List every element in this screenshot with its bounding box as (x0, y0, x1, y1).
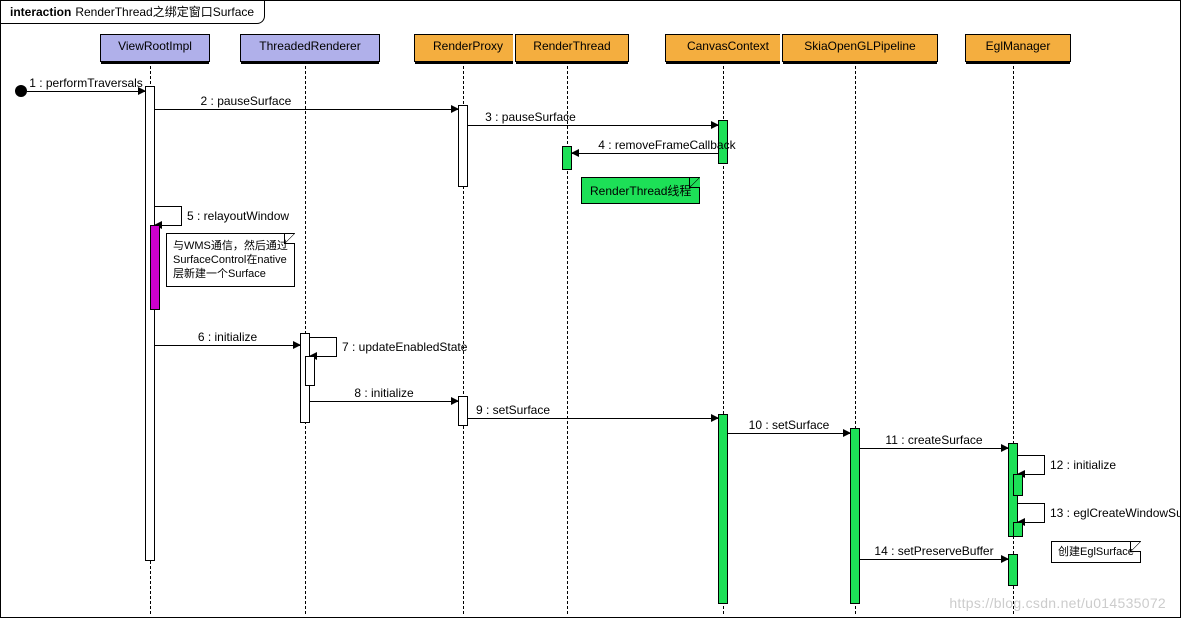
frame-title-text: RenderThread之绑定窗口Surface (75, 5, 254, 19)
msg-setsurface-2: 10 : setSurface (728, 433, 850, 434)
activation-skia (850, 428, 860, 604)
note-wms: 与WMS通信，然后通过SurfaceControl在native层新建一个Sur… (166, 233, 295, 287)
participant-renderthread: RenderThread (515, 34, 629, 62)
msg-eglcreatewindowsurface: 13 : eglCreateWindowSurface (1018, 503, 1045, 523)
lifeline-renderthread (567, 61, 568, 614)
start-node (15, 85, 27, 97)
msg-initialize-1: 6 : initialize (155, 345, 300, 346)
activation-renderproxy-2 (458, 396, 468, 426)
activation-viewrootimpl (145, 86, 155, 561)
note-eglsurface: 创建EglSurface (1051, 541, 1141, 563)
frame-title: interaction RenderThread之绑定窗口Surface (0, 0, 265, 24)
watermark: https://blog.csdn.net/u014535072 (949, 595, 1166, 611)
participant-viewrootimpl: ViewRootImpl (100, 34, 210, 62)
msg-initialize-2: 8 : initialize (310, 401, 458, 402)
activation-eglmanager-create (1013, 522, 1023, 537)
msg-pausesurface-1: 2 : pauseSurface (155, 109, 458, 110)
activation-canvascontext-2 (718, 414, 728, 604)
sequence-diagram: interaction RenderThread之绑定窗口Surface View… (0, 0, 1181, 618)
msg-pausesurface-2: 3 : pauseSurface (468, 125, 718, 126)
msg-relayoutwindow: 5 : relayoutWindow (155, 206, 182, 226)
msg-setsurface-1: 9 : setSurface (468, 418, 718, 419)
note-renderthread: RenderThread线程 (581, 177, 700, 204)
activation-threadedrenderer-inner (305, 356, 315, 386)
msg-createsurface: 11 : createSurface (860, 448, 1008, 449)
msg-updateenabledstate: 7 : updateEnabledState (310, 337, 337, 357)
activation-viewrootimpl-relayout (150, 225, 160, 310)
participant-renderproxy: RenderProxy (414, 34, 522, 62)
activation-eglmanager-setpreserve (1008, 554, 1018, 586)
frame-title-prefix: interaction (10, 5, 71, 19)
participant-threadedrenderer: ThreadedRenderer (240, 34, 380, 62)
activation-renderthread-1 (562, 146, 572, 170)
msg-setpreservebuffer: 14 : setPreserveBuffer (860, 559, 1008, 560)
activation-renderproxy-1 (458, 105, 468, 187)
activation-eglmanager-init (1013, 474, 1023, 496)
msg-initialize-egl: 12 : initialize (1018, 455, 1045, 475)
participant-canvascontext: CanvasContext (665, 34, 791, 62)
participant-eglmanager: EglManager (965, 34, 1071, 62)
participant-skiaopenglpipeline: SkiaOpenGLPipeline (782, 34, 938, 62)
msg-performtraversals: 1 : performTraversals (27, 91, 145, 92)
msg-removeframecallback: 4 : removeFrameCallback (572, 153, 718, 154)
